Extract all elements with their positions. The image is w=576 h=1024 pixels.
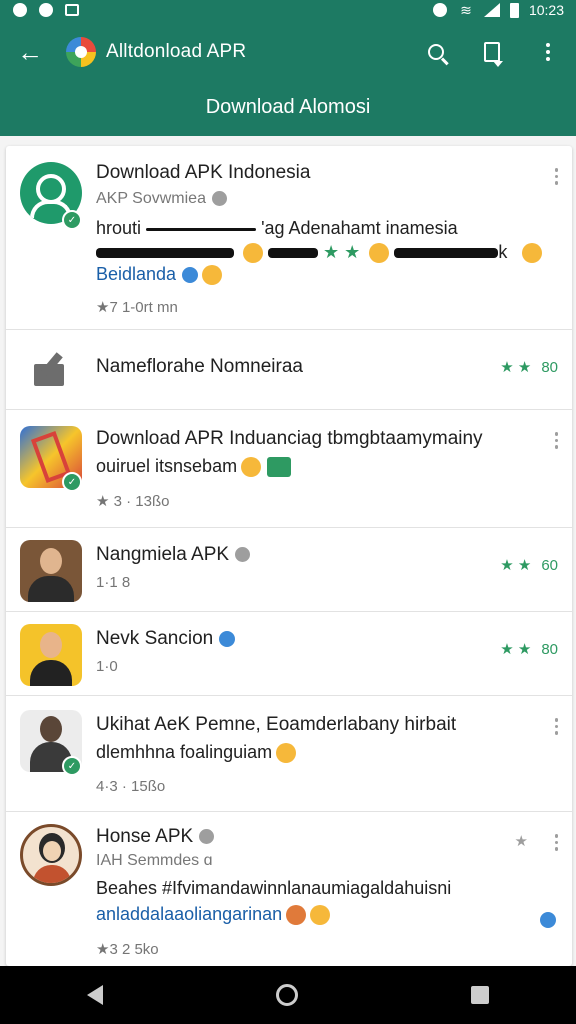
emoji-icon <box>286 905 307 926</box>
signal-icon <box>483 3 500 17</box>
item-subtitle: IAH Semmdes ɑ <box>96 852 213 869</box>
alarm-icon <box>432 3 448 17</box>
verified-icon <box>540 912 556 928</box>
more-vert-icon <box>546 43 550 61</box>
search-button[interactable] <box>408 32 464 72</box>
app-icon <box>20 824 82 886</box>
item-meta: 4·3 · 15ßo <box>96 778 166 795</box>
item-title: Download APR Induanciag tbmgbtaamymainy <box>96 428 483 449</box>
emoji-icon <box>243 243 264 264</box>
status-bar: ≋ 10:23 <box>0 0 576 20</box>
item-title: Nameflorahe Nomneiraa <box>96 356 303 377</box>
download-icon <box>484 42 503 67</box>
list-item[interactable]: Nevk Sancion 1·0 ★ ★ 80 <box>6 612 572 696</box>
emoji-icon <box>241 457 262 478</box>
app-badge-icon <box>267 457 292 478</box>
item-body-line: anladdalaaoliangarinan <box>96 904 331 926</box>
more-options-button[interactable] <box>520 32 576 72</box>
redacted-text <box>394 248 499 259</box>
app-icon <box>20 624 82 686</box>
verified-icon <box>219 630 236 647</box>
battery-icon <box>509 2 519 18</box>
item-meta: ★7 1-0rt mn <box>96 299 178 316</box>
wifi-icon: ≋ <box>460 1 472 18</box>
status-time: 10:23 <box>528 2 564 18</box>
star-icon[interactable]: ★ <box>515 832 528 850</box>
nav-back-icon[interactable] <box>86 985 103 1005</box>
item-meta: 1·1 8 <box>96 574 131 591</box>
system-nav-bar <box>0 966 576 1024</box>
item-rating: ★ ★ 60 <box>500 556 558 575</box>
app-icon <box>20 540 82 602</box>
redacted-text <box>146 227 257 231</box>
emoji-icon <box>202 265 223 286</box>
app-logo-icon <box>66 37 96 67</box>
app-list: ✓ Download APK Indonesia AKP Sovwmiea hr… <box>6 146 572 966</box>
list-item[interactable]: ✓ Download APR Induanciag tbmgbtaamymain… <box>6 410 572 528</box>
status-right-icons: ≋ 10:23 <box>432 2 564 18</box>
page-subtitle[interactable]: Download Alomosi <box>0 96 576 119</box>
emoji-icon <box>369 243 390 264</box>
item-subtitle: AKP Sovwmiea <box>96 190 227 208</box>
back-arrow-icon[interactable]: ← <box>0 32 60 72</box>
list-item[interactable]: Nangmiela APK 1·1 8 ★ ★ 60 <box>6 528 572 612</box>
notification-icon <box>38 3 54 17</box>
verified-badge-icon: ✓ <box>62 210 82 230</box>
item-more-icon[interactable] <box>554 834 558 851</box>
download-button[interactable] <box>464 32 520 72</box>
item-rating: ★ ★ 80 <box>500 640 558 659</box>
item-title: Nangmiela APK <box>96 544 251 566</box>
verified-badge-icon: ✓ <box>62 756 82 776</box>
list-item[interactable]: ✓ Ukihat AeK Pemne, Eoamderlabany hirbai… <box>6 696 572 812</box>
item-more-icon[interactable] <box>554 168 558 185</box>
item-meta: ★ 3 · 13ßo <box>96 493 170 510</box>
edit-document-icon <box>34 352 68 386</box>
item-title: Honse APK <box>96 826 215 848</box>
app-bar: ← Alltdonload APR Download Alomosi <box>0 20 576 136</box>
globe-icon <box>235 547 251 563</box>
item-body-line: ★ ★ k <box>96 242 543 264</box>
item-body-line: hrouti 'ag Adenahamt inamesia <box>96 218 458 238</box>
item-meta: ★3 2 5ko <box>96 941 159 958</box>
emoji-icon <box>522 243 543 264</box>
verified-badge-icon: ✓ <box>62 472 82 492</box>
nav-recents-icon[interactable] <box>471 986 490 1004</box>
redacted-text <box>96 248 234 259</box>
emoji-icon <box>310 905 331 926</box>
list-item[interactable]: ✓ Download APK Indonesia AKP Sovwmiea hr… <box>6 146 572 330</box>
verified-icon <box>182 267 199 284</box>
item-title: Nevk Sancion <box>96 628 236 650</box>
item-body-line: ouiruel itsnsebam <box>96 456 292 478</box>
list-item[interactable]: Nameflorahe Nomneiraa ★ ★ 80 <box>6 330 572 410</box>
item-title: Ukihat AeK Pemne, Eoamderlabany hirbait <box>96 714 457 735</box>
item-body-line: dlemhhna foalinguiam <box>96 742 297 764</box>
notification-icon <box>12 3 28 17</box>
globe-icon <box>211 191 227 207</box>
emoji-icon <box>276 743 297 764</box>
status-left-icons <box>12 3 80 17</box>
redacted-text <box>268 248 319 259</box>
item-body-line: Beidlanda <box>96 264 223 286</box>
item-title: Download APK Indonesia <box>96 162 311 183</box>
search-icon <box>428 44 444 60</box>
item-rating: ★ ★ 80 <box>500 358 558 377</box>
item-meta: 1·0 <box>96 658 118 675</box>
item-more-icon[interactable] <box>554 718 558 735</box>
list-item[interactable]: Honse APK IAH Semmdes ɑ Beahes #Ifvimand… <box>6 812 572 966</box>
globe-icon <box>199 829 215 845</box>
item-body-line: Beahes #Ifvimandawinnlanaumiagaldahuisni <box>96 878 452 898</box>
app-title: Alltdonload APR <box>106 41 247 62</box>
item-more-icon[interactable] <box>554 432 558 449</box>
notification-icon <box>64 3 80 17</box>
nav-home-icon[interactable] <box>275 984 298 1006</box>
